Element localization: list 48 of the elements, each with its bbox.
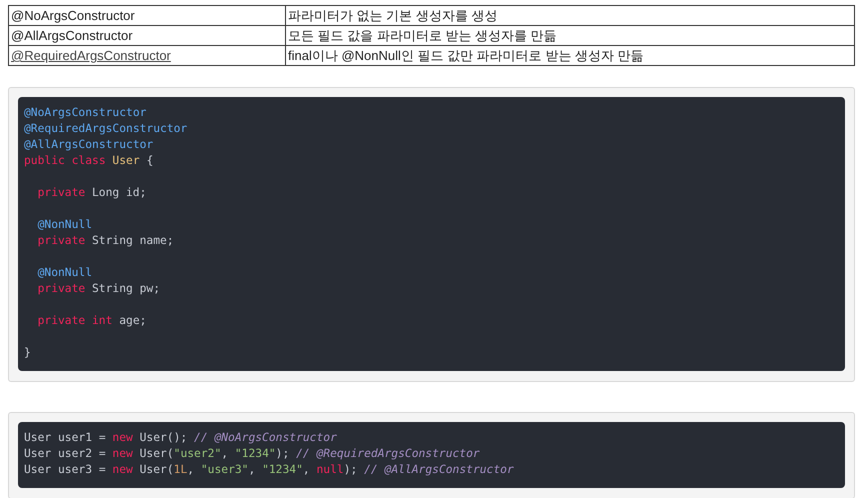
code-comment: // @AllArgsConstructor (364, 463, 514, 476)
code-comment: // @RequiredArgsConstructor (296, 447, 480, 460)
code-keyword: new (112, 431, 133, 444)
code-text: User( (138, 447, 174, 460)
code-annotation: @NonNull (38, 218, 92, 231)
code-text: age; (118, 314, 146, 327)
code-text: , (302, 463, 311, 476)
code-number: 1L (174, 463, 188, 476)
code-keyword: int (91, 314, 112, 327)
code-keyword: private (38, 186, 86, 199)
code-text: { (145, 154, 154, 167)
code-keyword: private (38, 282, 86, 295)
code-text: User user1 = (24, 431, 107, 444)
code-string: "user2" (174, 447, 222, 460)
code-text: ); (344, 463, 358, 476)
table-cell: @NoArgsConstructor (8, 6, 286, 26)
code-string: "user3" (200, 463, 248, 476)
code-keyword: private (38, 234, 86, 247)
code-keyword: private (38, 314, 86, 327)
code-string: "1234" (262, 463, 303, 476)
code-text: String pw; (91, 282, 160, 295)
table-cell: 파라미터가 없는 기본 생성자를 생성 (286, 6, 854, 26)
code-text: } (24, 346, 31, 359)
code-annotation: @AllArgsConstructor (24, 138, 154, 151)
table-cell: @AllArgsConstructor (8, 26, 286, 46)
table-cell: final이나 @NonNull인 필드 값만 파라미터로 받는 생성자 만듦 (286, 46, 854, 66)
code-class-name: User (111, 154, 140, 167)
annotation-link[interactable]: @RequiredArgsConstructor (11, 48, 171, 63)
code-text: , (221, 447, 230, 460)
code-annotation: @RequiredArgsConstructor (24, 122, 188, 135)
code-string: "1234" (234, 447, 276, 460)
code-text: ); (276, 447, 290, 460)
code-text: User user2 = (24, 447, 107, 460)
code-keyword: new (112, 447, 133, 460)
code-keyword: new (112, 463, 133, 476)
code-text: , (187, 463, 196, 476)
code-comment: // @NoArgsConstructor (194, 431, 337, 444)
code-text: User(); (138, 431, 188, 444)
table-cell: 모든 필드 값을 파라미터로 받는 생성자를 만듦 (286, 26, 854, 46)
code-text: User( (138, 463, 174, 476)
code-text: String name; (91, 234, 174, 247)
code-keyword: public class (24, 154, 106, 167)
code-keyword: null (316, 463, 344, 476)
code-text: Long id; (91, 186, 146, 199)
code-text: , (248, 463, 256, 476)
code-annotation: @NoArgsConstructor (24, 106, 146, 119)
code-annotation: @NonNull (38, 266, 92, 279)
code-text: User user3 = (24, 463, 107, 476)
